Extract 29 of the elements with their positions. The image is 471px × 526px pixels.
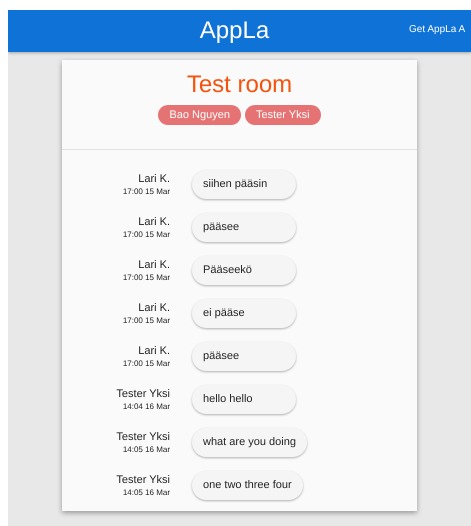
message-bubble: hello hello	[192, 385, 296, 414]
message-time: 14:04 16 Mar	[122, 402, 170, 411]
member-chip[interactable]: Bao Nguyen	[158, 105, 241, 125]
app-title: AppLa	[200, 17, 270, 45]
sender-name: Tester Yksi	[116, 431, 170, 443]
message-bubble: siihen pääsin	[192, 170, 296, 199]
message-bubble: one two three four	[192, 471, 303, 500]
message-bubble: ei pääse	[192, 299, 296, 328]
sender-name: Tester Yksi	[116, 388, 170, 400]
message-time: 14:05 16 Mar	[122, 445, 170, 454]
message-time: 17:00 15 Mar	[122, 316, 170, 325]
message-bubble: what are you doing	[192, 428, 307, 457]
sender-name: Lari K.	[138, 302, 170, 314]
message-time: 17:00 15 Mar	[122, 273, 170, 282]
sender-name: Tester Yksi	[116, 474, 170, 486]
sender-name: Lari K.	[138, 173, 170, 185]
message-time: 14:05 16 Mar	[122, 488, 170, 497]
get-app-link[interactable]: Get AppLa A	[409, 24, 466, 35]
sender-name: Lari K.	[138, 259, 170, 271]
message-time: 17:00 15 Mar	[122, 187, 170, 196]
sender-name: Lari K.	[138, 345, 170, 357]
room-title: Test room	[186, 71, 292, 99]
message-bubble: pääsee	[192, 342, 296, 371]
message-time: 17:00 15 Mar	[122, 359, 170, 368]
member-chip[interactable]: Tester Yksi	[244, 105, 321, 125]
message-time: 17:00 15 Mar	[122, 230, 170, 239]
sender-name: Lari K.	[138, 216, 170, 228]
message-bubble: pääsee	[192, 213, 296, 242]
message-bubble: Pääseekö	[192, 256, 296, 285]
